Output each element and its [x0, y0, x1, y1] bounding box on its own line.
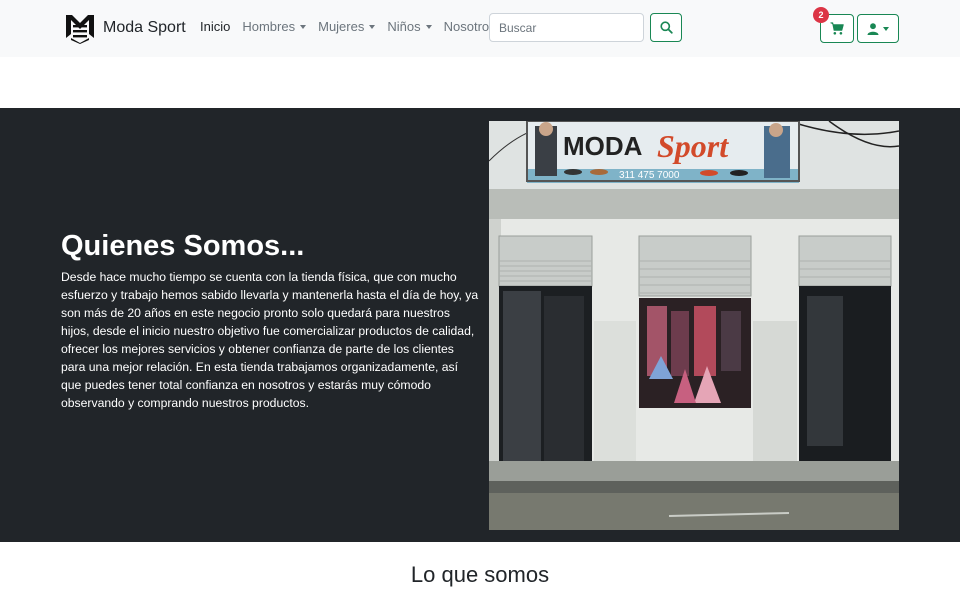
caret-down-icon: [425, 25, 432, 29]
section-title: Lo que somos: [410, 562, 550, 587]
cart-count-badge: 2: [813, 7, 829, 23]
user-icon: [867, 22, 879, 35]
nav-item-label: Niños: [387, 19, 421, 34]
hero-description: Desde hace mucho tiempo se cuenta con la…: [61, 270, 479, 410]
hero-title: Quienes Somos...: [61, 230, 305, 262]
nav-item-nosotros[interactable]: Nosotros: [444, 19, 496, 34]
cart-icon: [830, 22, 844, 35]
nav-item-label: Inicio: [200, 19, 231, 34]
caret-down-icon: [369, 25, 376, 29]
search-input[interactable]: [489, 13, 644, 42]
svg-text:311 475 7000: 311 475 7000: [619, 170, 680, 181]
store-photo: MODA Sport 311 475 7000: [489, 121, 899, 530]
about-hero-section: Quienes Somos... Desde hace mucho tiempo…: [0, 108, 960, 542]
ms-logo-icon: [66, 15, 94, 44]
nav-item-hombres[interactable]: Hombres: [242, 19, 307, 34]
search-icon: [659, 21, 673, 34]
nav-item-ninos[interactable]: Niños: [387, 19, 432, 34]
nav-item-label: Mujeres: [318, 19, 365, 34]
nav-item-label: Nosotros: [443, 19, 496, 34]
user-menu-button[interactable]: [857, 14, 899, 43]
svg-text:Sport: Sport: [657, 128, 729, 164]
brand-link[interactable]: Moda Sport: [64, 12, 186, 44]
nav-item-label: Hombres: [242, 19, 296, 34]
brand-name: Moda Sport: [103, 19, 186, 36]
nav-item-mujeres[interactable]: Mujeres: [318, 19, 376, 34]
svg-text:MODA: MODA: [563, 131, 643, 161]
nav-menu: Inicio Hombres Mujeres Niños Nosotros: [200, 19, 508, 34]
navbar: Moda Sport Inicio Hombres Mujeres Niños …: [0, 0, 960, 57]
search-button[interactable]: [650, 13, 682, 42]
caret-down-icon: [883, 26, 889, 31]
nav-item-inicio[interactable]: Inicio: [200, 19, 230, 34]
caret-down-icon: [300, 25, 307, 29]
